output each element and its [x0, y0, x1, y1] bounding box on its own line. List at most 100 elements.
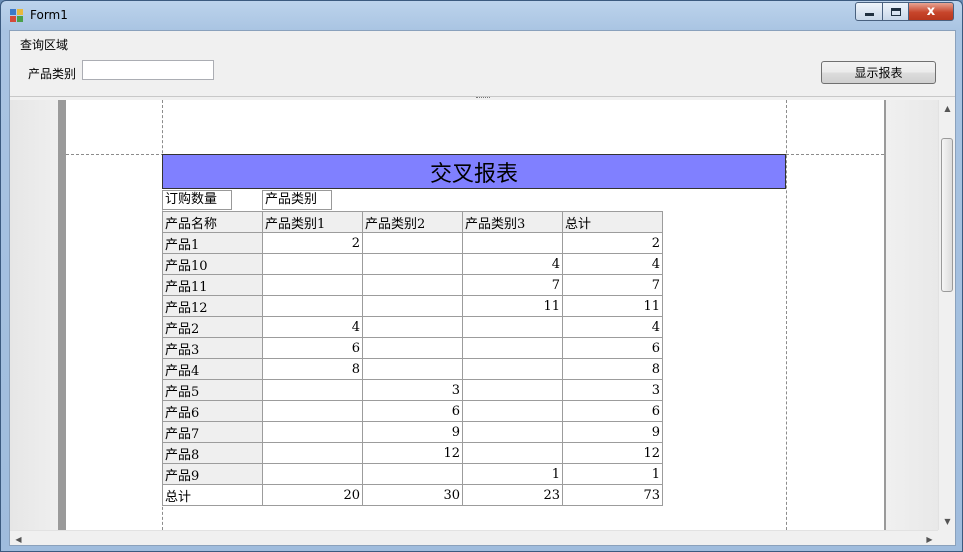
row-header: 产品12: [162, 295, 263, 317]
vertical-scroll-thumb[interactable]: [941, 138, 953, 292]
table-row: 产品6 6 6: [162, 400, 663, 422]
table-cell: 2: [262, 232, 363, 254]
margin-guide-right: [786, 100, 787, 540]
column-header: 产品类别2: [362, 211, 463, 233]
table-cell: 4: [562, 316, 663, 338]
table-cell: [462, 442, 563, 464]
table-cell: 7: [562, 274, 663, 296]
maximize-button[interactable]: [882, 2, 909, 21]
table-cell: 9: [362, 421, 463, 443]
minimize-button[interactable]: [855, 2, 883, 21]
row-header-label: 产品名称: [162, 211, 263, 233]
vertical-scrollbar[interactable]: ▲ ▼: [938, 100, 955, 530]
column-header: 总计: [562, 211, 663, 233]
close-icon: x: [926, 4, 936, 19]
table-cell: [462, 400, 563, 422]
column-header: 产品类别1: [262, 211, 363, 233]
report-page: 交叉报表 订购数量 产品类别 产品名称 产品类别1 产品类别2 产品类别3 总计 产品1 2…: [66, 100, 884, 540]
table-cell: 7: [462, 274, 563, 296]
table-cell: [362, 463, 463, 485]
scrollbar-corner: [938, 530, 955, 545]
table-cell: [362, 337, 463, 359]
table-cell: 11: [462, 295, 563, 317]
table-cell: [262, 421, 363, 443]
report-title: 交叉报表: [162, 154, 786, 189]
table-cell: [462, 421, 563, 443]
table-cell: 6: [562, 400, 663, 422]
table-cell: 1: [462, 463, 563, 485]
row-header: 产品6: [162, 400, 263, 422]
minimize-icon: [864, 13, 874, 16]
table-cell: 12: [562, 442, 663, 464]
table-cell: [262, 274, 363, 296]
query-group-title: 查询区域: [20, 38, 69, 52]
scroll-right-icon[interactable]: ▶: [921, 531, 938, 545]
window-title: Form1: [30, 8, 68, 22]
app-window: Form1 x 查询区域 产品类别 显示报表 交叉报表 订购数量 产品类别 产品…: [0, 0, 963, 552]
table-row: 产品11 7 7: [162, 274, 663, 296]
show-report-button[interactable]: 显示报表: [821, 61, 936, 84]
table-row: 产品12 11 11: [162, 295, 663, 317]
client-area: 查询区域 产品类别 显示报表 交叉报表 订购数量 产品类别 产品名称 产品类别1 产…: [9, 30, 956, 546]
corner-label: 订购数量: [162, 190, 232, 210]
row-header: 产品7: [162, 421, 263, 443]
crosstab-table: 产品名称 产品类别1 产品类别2 产品类别3 总计 产品1 2 2 产品10 4 4 产品11 7 7 产品…: [162, 211, 663, 506]
table-cell: [362, 253, 463, 275]
table-cell: 3: [362, 379, 463, 401]
table-row: 产品1 2 2: [162, 232, 663, 254]
table-cell: [462, 232, 563, 254]
total-cell: 23: [462, 484, 563, 506]
table-cell: 2: [562, 232, 663, 254]
table-cell: [462, 337, 563, 359]
table-cell: 4: [462, 253, 563, 275]
category-input[interactable]: [82, 60, 214, 80]
table-cell: [362, 316, 463, 338]
table-cell: 1: [562, 463, 663, 485]
row-header: 产品1: [162, 232, 263, 254]
table-cell: 6: [262, 337, 363, 359]
total-cell: 20: [262, 484, 363, 506]
scroll-up-icon[interactable]: ▲: [939, 100, 955, 117]
table-header-row: 产品名称 产品类别1 产品类别2 产品类别3 总计: [162, 211, 663, 233]
title-bar[interactable]: Form1 x: [1, 1, 962, 30]
table-row: 产品7 9 9: [162, 421, 663, 443]
table-cell: [262, 400, 363, 422]
table-row: 产品2 4 4: [162, 316, 663, 338]
total-row: 总计 20 30 23 73: [162, 484, 663, 506]
row-header: 产品3: [162, 337, 263, 359]
table-row: 产品3 6 6: [162, 337, 663, 359]
total-label: 总计: [162, 484, 263, 506]
maximize-icon: [890, 7, 901, 16]
table-cell: 9: [562, 421, 663, 443]
query-groupbox: 查询区域 产品类别 显示报表: [10, 31, 955, 96]
app-icon: [10, 9, 24, 23]
row-header: 产品10: [162, 253, 263, 275]
row-header: 产品4: [162, 358, 263, 380]
row-header: 产品9: [162, 463, 263, 485]
table-row: 产品9 1 1: [162, 463, 663, 485]
table-cell: [262, 379, 363, 401]
horizontal-scrollbar[interactable]: ◀ ▶: [10, 530, 938, 545]
row-header: 产品5: [162, 379, 263, 401]
table-cell: [462, 379, 563, 401]
table-cell: 4: [262, 316, 363, 338]
row-header: 产品8: [162, 442, 263, 464]
table-cell: 12: [362, 442, 463, 464]
category-label: 产品类别: [28, 67, 77, 81]
scroll-left-icon[interactable]: ◀: [10, 531, 27, 545]
table-cell: 4: [562, 253, 663, 275]
scroll-down-icon[interactable]: ▼: [939, 513, 955, 530]
table-cell: [262, 295, 363, 317]
table-cell: [262, 253, 363, 275]
close-button[interactable]: x: [908, 2, 954, 21]
row-header: 产品2: [162, 316, 263, 338]
table-cell: 11: [562, 295, 663, 317]
table-row: 产品4 8 8: [162, 358, 663, 380]
total-cell: 73: [562, 484, 663, 506]
table-cell: 6: [362, 400, 463, 422]
table-cell: 6: [562, 337, 663, 359]
table-row: 产品5 3 3: [162, 379, 663, 401]
table-cell: [362, 295, 463, 317]
table-cell: 8: [562, 358, 663, 380]
table-cell: [362, 358, 463, 380]
